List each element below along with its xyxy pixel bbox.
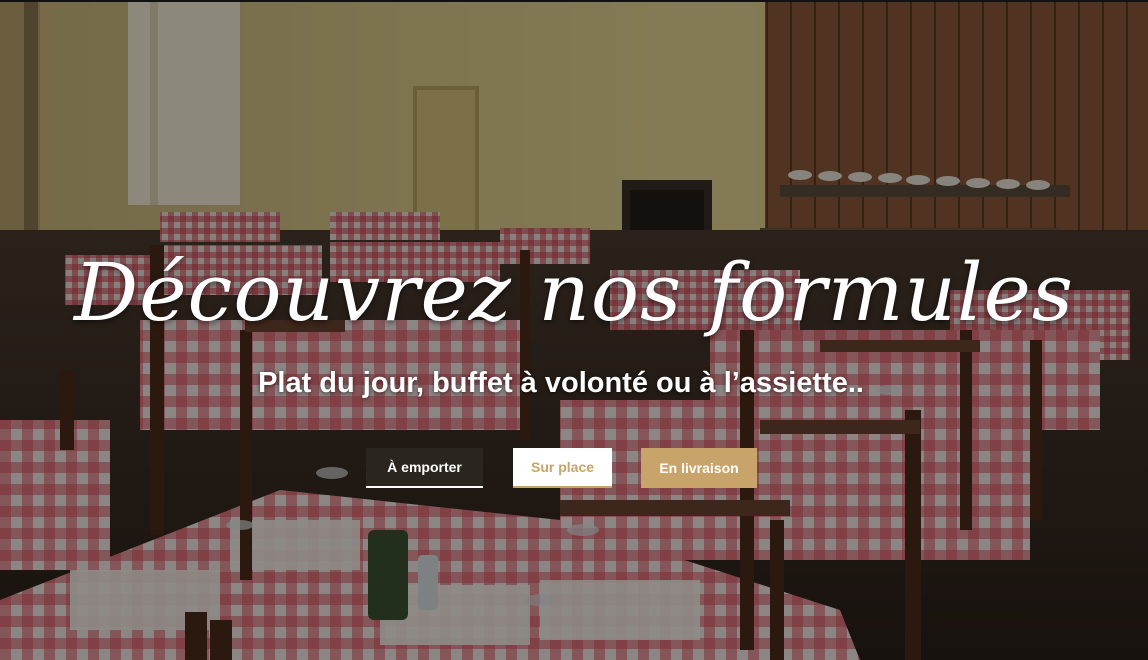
takeaway-button[interactable]: À emporter (366, 448, 483, 488)
hero-content: Découvrez nos formules Plat du jour, buf… (0, 0, 1148, 660)
dine-in-button[interactable]: Sur place (513, 448, 612, 488)
page-title: Découvrez nos formules (74, 246, 1074, 339)
page-subtitle: Plat du jour, buffet à volonté ou à l’as… (258, 367, 864, 399)
delivery-button[interactable]: En livraison (641, 448, 757, 488)
top-border (0, 0, 1148, 2)
hero-section: Découvrez nos formules Plat du jour, buf… (0, 0, 1148, 660)
